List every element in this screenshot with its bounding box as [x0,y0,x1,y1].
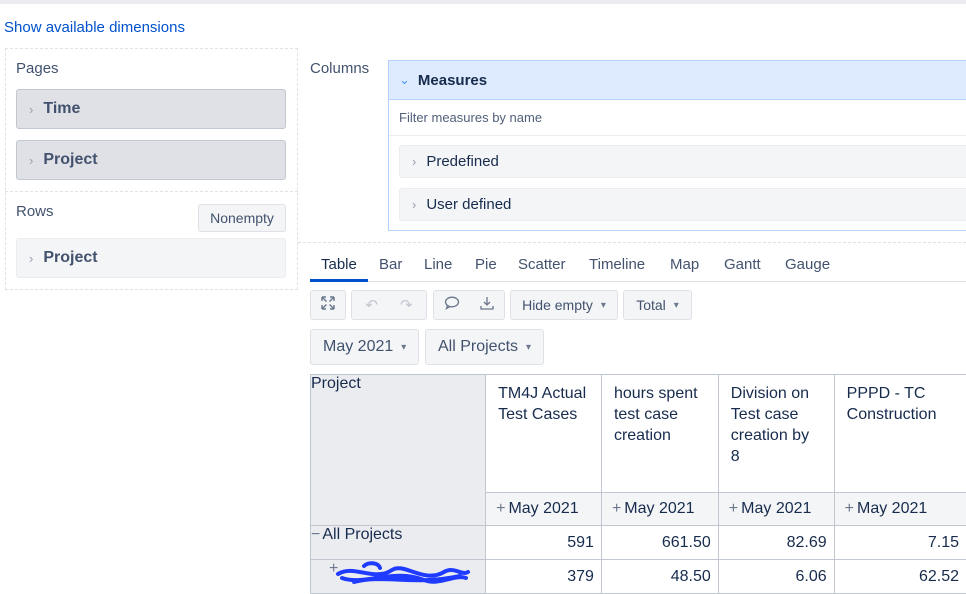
show-available-dimensions-link[interactable]: Show available dimensions [4,19,185,36]
tab-map[interactable]: Map [670,256,699,273]
comment-export-group [433,290,505,320]
expand-arrows-icon [320,295,336,315]
column-header-label: TM4J Actual Test Cases [498,385,586,423]
table-cell: 48.50 [601,560,718,594]
column-period-header[interactable]: +May 2021 [718,493,834,526]
pages-item-label: Time [43,100,80,118]
tab-pie[interactable]: Pie [475,256,497,273]
pages-item-time[interactable]: › Time [16,89,286,129]
tab-gauge[interactable]: Gauge [785,256,830,273]
view-tabs: Table Bar Line Pie Scatter Timeline Map … [310,250,966,282]
columns-title: Columns [310,60,369,77]
total-dropdown[interactable]: Total ▾ [623,290,692,320]
expand-plus-icon[interactable]: + [496,500,505,517]
table-cell: 7.15 [834,526,966,560]
redo-icon[interactable]: ↷ [400,296,413,314]
table-cell: 661.50 [601,526,718,560]
pages-item-label: Project [43,151,97,169]
table-cell: 82.69 [718,526,834,560]
expand-plus-icon[interactable]: + [845,500,854,517]
fullscreen-button[interactable] [310,290,346,320]
chevron-down-icon: ▾ [674,300,679,311]
top-border [0,0,966,4]
redaction-scribble [334,560,474,590]
collapse-minus-icon[interactable]: − [311,526,320,543]
time-filter-label: May 2021 [323,338,393,356]
rows-title: Rows [16,203,54,220]
group-label: User defined [426,196,511,213]
measures-group-predefined[interactable]: › Predefined [399,145,966,178]
filter-measures-input[interactable] [389,100,966,136]
hide-empty-label: Hide empty [522,297,593,313]
table-cell: 62.52 [834,560,966,594]
table-cell: 379 [486,560,602,594]
tab-line[interactable]: Line [424,256,452,273]
project-filter-dropdown[interactable]: All Projects ▾ [425,329,544,365]
period-label: May 2021 [741,500,811,517]
column-period-header[interactable]: +May 2021 [486,493,602,526]
expand-plus-icon[interactable]: + [612,500,621,517]
table-cell: 591 [486,526,602,560]
chevron-down-icon: ▾ [401,342,406,353]
hide-empty-dropdown[interactable]: Hide empty ▾ [510,290,618,320]
active-tab-indicator [310,279,368,282]
chevron-down-icon: ▾ [526,342,531,353]
project-filter-label: All Projects [438,338,518,356]
column-header-label: PPPD - TC Construction [847,385,937,423]
undo-icon[interactable]: ↶ [365,296,378,314]
rows-item-project[interactable]: › Project [16,238,286,278]
column-header[interactable]: Division on Test case creation by 8 [718,375,834,493]
panel-divider [5,191,298,192]
column-header-label: hours spent test case creation [614,385,698,444]
row-dimension-label: Project [311,375,361,392]
chevron-right-icon: › [29,153,33,168]
comment-icon[interactable] [444,296,460,314]
measures-group-user-defined[interactable]: › User defined [399,188,966,221]
period-label: May 2021 [857,500,927,517]
chevron-down-icon: ▾ [601,300,606,311]
column-period-header[interactable]: +May 2021 [601,493,718,526]
rows-item-label: Project [43,249,97,267]
chevron-right-icon: › [412,197,416,212]
tab-bar[interactable]: Bar [379,256,402,273]
time-filter-dropdown[interactable]: May 2021 ▾ [310,329,419,365]
expand-plus-icon[interactable]: + [729,500,738,517]
group-label: Predefined [426,153,499,170]
chevron-right-icon: › [412,154,416,169]
column-header-label: Division on Test case creation by 8 [731,385,809,465]
tab-table[interactable]: Table [321,256,357,273]
tab-gantt[interactable]: Gantt [724,256,761,273]
chevron-right-icon: › [29,102,33,117]
column-header[interactable]: PPPD - TC Construction [834,375,966,493]
table-cell: 6.06 [718,560,834,594]
row-dimension-header[interactable]: Project [311,375,486,526]
pages-title: Pages [16,60,59,77]
nonempty-button[interactable]: Nonempty [198,204,286,232]
column-header[interactable]: hours spent test case creation [601,375,718,493]
measures-label: Measures [418,72,487,89]
tab-timeline[interactable]: Timeline [589,256,645,273]
row-label: All Projects [322,526,402,543]
chevron-down-icon: ⌄ [399,72,410,88]
period-label: May 2021 [624,500,694,517]
total-label: Total [636,297,666,313]
period-label: May 2021 [508,500,578,517]
column-period-header[interactable]: +May 2021 [834,493,966,526]
chevron-right-icon: › [29,251,33,266]
table-row: −All Projects 591 661.50 82.69 7.15 [311,526,966,560]
export-icon[interactable] [480,296,494,315]
tab-scatter[interactable]: Scatter [518,256,566,273]
column-header[interactable]: TM4J Actual Test Cases [486,375,602,493]
measures-header[interactable]: ⌄ Measures [389,61,966,100]
row-label-all-projects[interactable]: −All Projects [311,526,486,560]
section-divider [298,242,966,243]
undo-redo-group: ↶ ↷ [351,290,427,320]
pages-item-project[interactable]: › Project [16,140,286,180]
measures-panel: ⌄ Measures › Predefined › User defined [388,60,966,231]
